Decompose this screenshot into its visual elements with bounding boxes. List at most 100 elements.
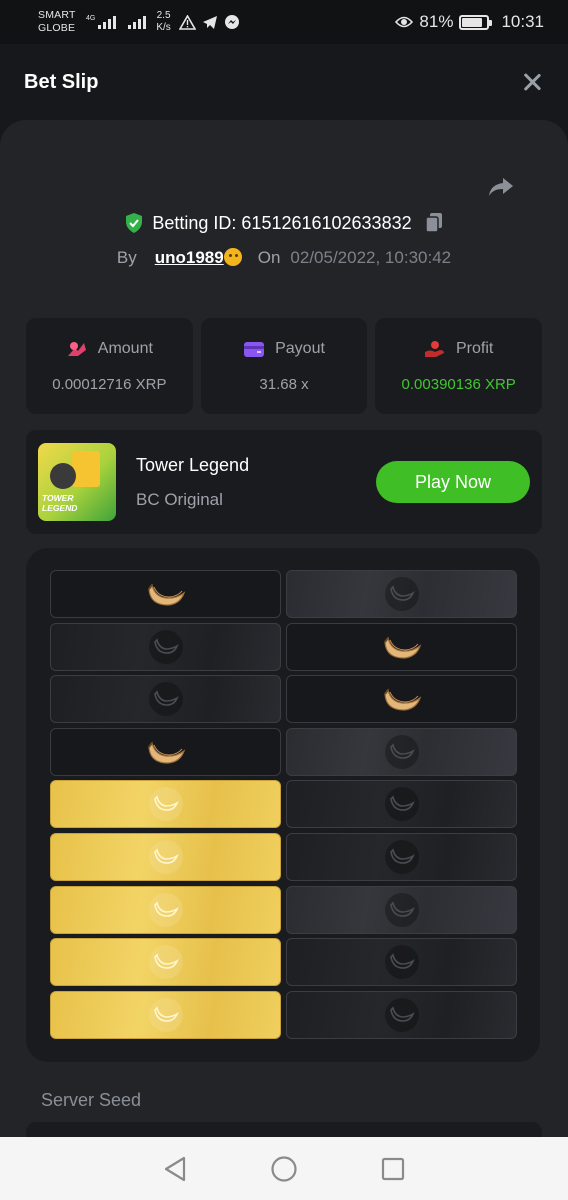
tower-graphic [72, 451, 100, 487]
tile-selected-4-0 [50, 780, 281, 829]
tower-grid [50, 570, 517, 1039]
play-now-button[interactable]: Play Now [376, 461, 530, 503]
tile-hidden-5-1 [286, 832, 517, 881]
banana-outline-icon [148, 839, 183, 874]
banana-outline-icon [384, 997, 419, 1032]
banana-outline-icon [384, 787, 419, 822]
banana-icon [147, 583, 185, 606]
tile-hidden-3-1 [286, 727, 517, 776]
stats-row: Amount 0.00012716 XRP Payout 31.68 x Pro… [26, 318, 543, 414]
back-triangle-icon[interactable] [161, 1155, 189, 1183]
banana-outline-icon [384, 892, 419, 927]
hand-coin-icon [425, 340, 444, 357]
signal-icon: 4G [86, 15, 117, 29]
bet-meta: By uno1989 On 02/05/2022, 10:30:42 [0, 248, 568, 268]
wallet-icon [244, 341, 265, 357]
header: Bet Slip [0, 44, 568, 120]
payout-label: Payout [275, 339, 325, 357]
messenger-icon [224, 15, 239, 29]
username: uno1989 [154, 248, 224, 267]
payout-stat: Payout 31.68 x [200, 318, 368, 414]
share-icon[interactable] [486, 172, 516, 202]
home-circle-icon[interactable] [270, 1155, 298, 1183]
payout-value: 31.68 x [259, 375, 309, 393]
banana-outline-icon [148, 892, 183, 927]
tile-hidden-6-1 [286, 885, 517, 934]
betting-id: Betting ID: 615126161026338​32 [152, 212, 412, 233]
banana-icon [147, 741, 185, 764]
battery-percent: 81% [419, 12, 454, 31]
tile-hidden-8-1 [286, 990, 517, 1039]
banana-icon [383, 688, 421, 711]
tile-hidden-2-0 [50, 675, 281, 724]
network-speed: 2.5 K/s [156, 10, 170, 34]
battery-icon [459, 14, 493, 30]
amount-stat: Amount 0.00012716 XRP [26, 318, 193, 414]
carrier-line-1: SMART [38, 9, 76, 21]
banana-outline-icon [148, 945, 183, 980]
banana-outline-icon [148, 682, 183, 717]
tile-selected-7-0 [50, 938, 281, 987]
game-thumbnail[interactable]: TOWER LEGEND [38, 443, 116, 521]
copy-icon[interactable] [424, 212, 444, 234]
banana-outline-icon [148, 787, 183, 822]
coins-icon [67, 341, 86, 356]
tower-board [26, 548, 540, 1062]
recents-square-icon[interactable] [379, 1155, 407, 1183]
speed-unit: K/s [156, 22, 171, 33]
on-label: On [257, 248, 281, 267]
tile-hidden-1-0 [50, 622, 281, 671]
banana-icon [383, 636, 421, 659]
tile-banana-3-0 [50, 727, 281, 776]
network-type: 4G [86, 15, 96, 22]
page-title: Bet Slip [24, 70, 99, 93]
clock: 10:31 [501, 12, 544, 31]
banana-outline-icon [148, 997, 183, 1032]
tile-selected-5-0 [50, 832, 281, 881]
bet-card: Betting ID: 615126161026338​32 By uno198… [0, 120, 568, 1182]
shield-check-icon [126, 213, 143, 233]
status-bar: SMART GLOBE 4G 2.5 K/s 81% 10:31 [0, 0, 568, 44]
game-info: Tower Legend BC Original [136, 455, 249, 510]
profit-label: Profit [456, 339, 494, 357]
system-navigation-bar [0, 1137, 568, 1200]
hug-emoji-icon [223, 248, 242, 266]
speed-value: 2.5 [156, 10, 171, 21]
betting-id-row: Betting ID: 615126161026338​32 [0, 212, 568, 234]
thumb-text-2: LEGEND [42, 503, 78, 513]
by-label: By [116, 248, 137, 267]
bet-datetime: 02/05/2022, 10:30:42 [290, 248, 452, 267]
game-name: Tower Legend [136, 454, 250, 475]
bet-slip-screen: SMART GLOBE 4G 2.5 K/s 81% 10:31 Bet Sli… [0, 0, 568, 1200]
banana-outline-icon [384, 839, 419, 874]
tile-selected-8-0 [50, 990, 281, 1039]
carrier-name: SMART GLOBE [38, 9, 78, 35]
thumb-text-1: TOWER [42, 493, 74, 503]
tile-selected-6-0 [50, 885, 281, 934]
banana-outline-icon [148, 629, 183, 664]
banana-outline-icon [384, 734, 419, 769]
game-category: BC Original [136, 489, 223, 509]
signal-icon-2 [128, 15, 147, 29]
amount-label: Amount [97, 339, 153, 357]
carrier-line-2: GLOBE [38, 22, 76, 34]
tile-hidden-7-1 [286, 938, 517, 987]
game-row: TOWER LEGEND Tower Legend BC Original Pl… [26, 430, 542, 534]
username-link[interactable]: uno1989 [155, 248, 242, 268]
banana-outline-icon [384, 577, 419, 611]
tile-hidden-4-1 [286, 780, 517, 829]
warning-icon [178, 14, 196, 30]
profit-value: 0.00390136 XRP [401, 375, 516, 393]
thumbnail-text: TOWER LEGEND [42, 493, 77, 513]
telegram-icon [202, 15, 217, 29]
eye-icon [395, 16, 414, 28]
server-seed-label: Server Seed [41, 1090, 142, 1110]
tile-banana-1-1 [286, 622, 517, 671]
profit-stat: Profit 0.00390136 XRP [375, 318, 543, 414]
amount-value: 0.00012716 XRP [52, 375, 167, 393]
tile-banana-0-0 [50, 570, 281, 618]
banana-outline-icon [384, 945, 419, 980]
close-icon[interactable] [520, 70, 544, 94]
tile-hidden-0-1 [286, 570, 517, 618]
ape-graphic [50, 463, 76, 489]
